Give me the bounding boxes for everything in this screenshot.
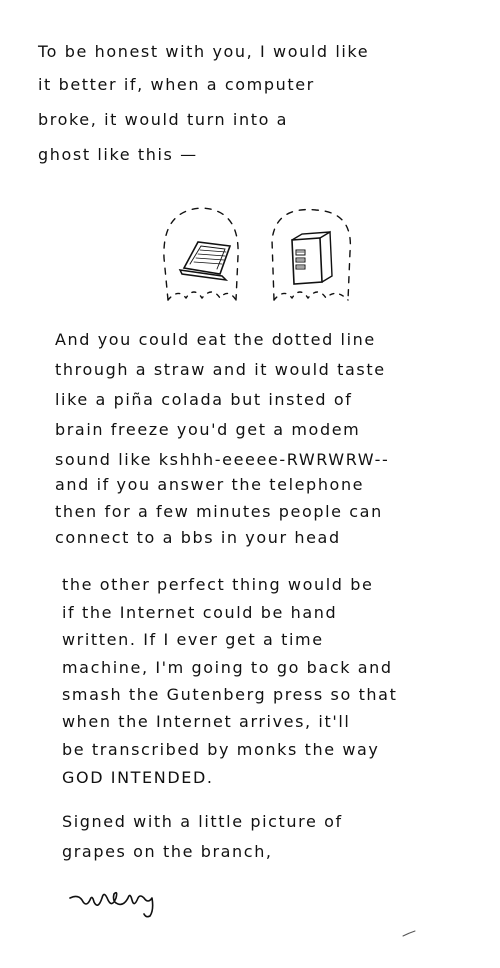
computer-ghosts-illustration [163, 207, 352, 301]
paragraph-1-line-4: ghost like this — [38, 145, 198, 164]
paragraph-3-line-3: written. If I ever get a time [62, 630, 324, 649]
why-signature [69, 891, 154, 918]
paragraph-1-line-3: broke, it would turn into a [38, 110, 289, 129]
paragraph-1-line-1: To be honest with you, I would like [38, 42, 370, 61]
laptop-ghost-icon [163, 207, 239, 301]
paragraph-3-line-5: smash the Gutenberg press so that [62, 685, 398, 704]
paragraph-4-line-2: grapes on the branch, [62, 842, 273, 861]
paragraph-2-line-4: brain freeze you'd get a modem [55, 420, 361, 439]
paragraph-2-line-6: and if you answer the telephone [55, 475, 365, 494]
paragraph-2-line-7: then for a few minutes people can [55, 502, 383, 521]
paragraph-2-line-1: And you could eat the dotted line [55, 330, 376, 349]
paragraph-3-line-4: machine, I'm going to go back and [62, 658, 393, 677]
desktop-tower-ghost-icon [271, 208, 352, 301]
paragraph-3-line-6: when the Internet arrives, it'll [62, 712, 351, 731]
stray-pen-mark [402, 930, 416, 937]
paragraph-2-line-3: like a piña colada but insted of [55, 390, 353, 409]
paragraph-2-line-5: sound like kshhh-eeeee-RWRWRW-- [55, 450, 390, 469]
paragraph-3-line-7: be transcribed by monks the way [62, 740, 380, 759]
paragraph-3-line-1: the other perfect thing would be [62, 575, 374, 594]
paragraph-2-line-8: connect to a bbs in your head [55, 528, 341, 547]
paragraph-2-line-2: through a straw and it would taste [55, 360, 386, 379]
paragraph-4-line-1: Signed with a little picture of [62, 812, 343, 831]
handwritten-note-page: To be honest with you, I would like it b… [0, 0, 500, 968]
paragraph-3-line-2: if the Internet could be hand [62, 603, 338, 622]
paragraph-1-line-2: it better if, when a computer [38, 75, 315, 94]
paragraph-3-line-8: GOD INTENDED. [62, 768, 214, 787]
